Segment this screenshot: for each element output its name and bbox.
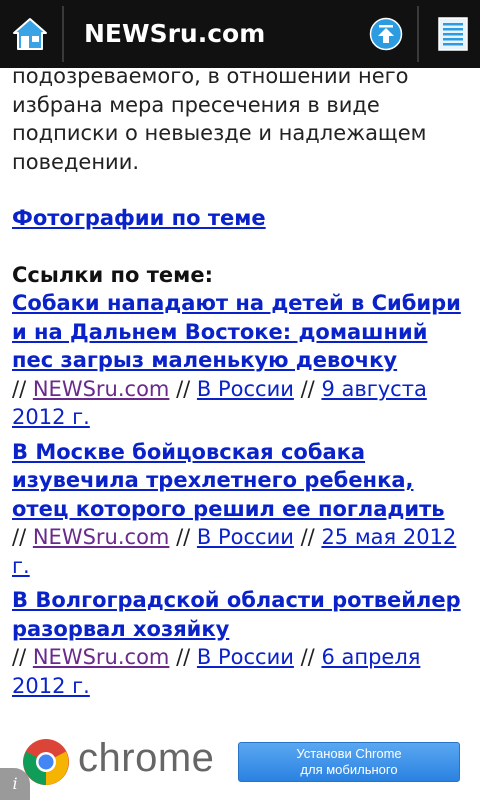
divider <box>417 6 419 62</box>
install-chrome-button[interactable]: Установи Chrome для мобильного <box>238 742 460 782</box>
home-button[interactable] <box>0 0 60 68</box>
list-icon <box>438 17 468 51</box>
button-label-line2: для мобильного <box>300 762 398 777</box>
separator: // <box>300 645 315 669</box>
section-link[interactable]: В России <box>197 377 294 401</box>
list-item: Собаки нападают на детей в Сибири и на Д… <box>12 289 472 432</box>
list-item: В Волгоградской области ротвейлер разорв… <box>12 586 472 700</box>
app-top-bar: NEWSru.com <box>0 0 480 68</box>
ad-info-icon[interactable]: i <box>0 768 30 800</box>
photos-link[interactable]: Фотографии по теме <box>12 204 472 233</box>
scroll-up-button[interactable] <box>362 0 410 68</box>
source-link[interactable]: NEWSru.com <box>33 525 170 549</box>
separator: // <box>176 376 191 401</box>
separator: // <box>176 645 191 669</box>
related-link-title[interactable]: Собаки нападают на детей в Сибири и на Д… <box>12 291 461 372</box>
separator: // <box>12 376 27 401</box>
article-content: подозреваемого, в отношении него избрана… <box>12 68 472 728</box>
list-item: В Москве бойцовская собака изувечила тре… <box>12 438 472 581</box>
source-link[interactable]: NEWSru.com <box>33 377 170 401</box>
separator: // <box>300 525 315 549</box>
section-link[interactable]: В России <box>197 645 294 669</box>
article-text: подозреваемого, в отношении него избрана… <box>12 68 427 174</box>
separator: // <box>176 525 191 549</box>
menu-button[interactable] <box>426 0 480 68</box>
scroll-up-icon <box>369 17 403 51</box>
divider <box>62 6 64 62</box>
source-link[interactable]: NEWSru.com <box>33 645 170 669</box>
home-icon <box>13 18 47 50</box>
related-links-heading: Ссылки по теме: <box>12 262 213 287</box>
chrome-wordmark: chrome <box>78 736 215 780</box>
button-label-line1: Установи Chrome <box>296 746 402 761</box>
separator: // <box>300 376 315 401</box>
related-link-title[interactable]: В Москве бойцовская собака изувечила тре… <box>12 440 445 521</box>
app-title: NEWSru.com <box>84 19 266 48</box>
separator: // <box>12 525 27 549</box>
related-link-title[interactable]: В Волгоградской области ротвейлер разорв… <box>12 588 461 641</box>
section-link[interactable]: В России <box>197 525 294 549</box>
separator: // <box>12 645 27 669</box>
chrome-ad-banner[interactable]: chrome Установи Chrome для мобильного <box>0 730 480 800</box>
